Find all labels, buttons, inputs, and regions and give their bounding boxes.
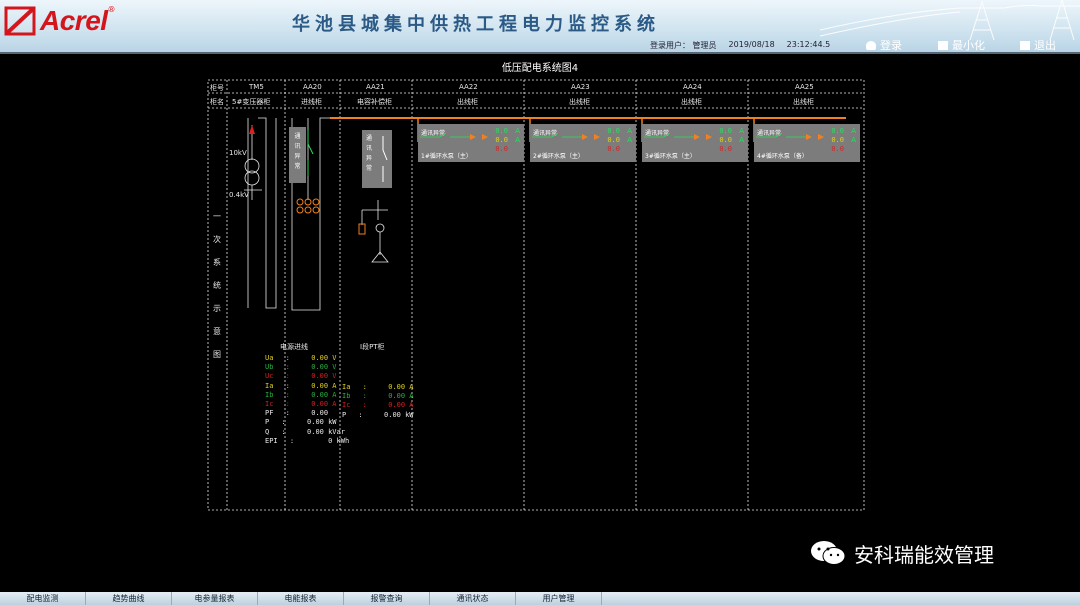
tab-user-management[interactable]: 用户管理 <box>516 592 602 605</box>
watermark: 安科瑞能效管理 <box>808 538 994 568</box>
meter-value: 0.00 <box>311 409 329 418</box>
meter-row: Ua : 0.00 V <box>265 354 337 362</box>
feeder-switch-icons <box>420 132 824 140</box>
meter-label: Ib <box>342 392 351 401</box>
meter-value: 0.00 <box>388 383 406 391</box>
meter-row: PF : 0.00 <box>265 409 329 418</box>
meter-value: 0.00 <box>311 390 329 399</box>
meter-value: 0.00 <box>311 354 329 362</box>
meter-unit: V <box>328 354 337 362</box>
tab-power-monitoring[interactable]: 配电监测 <box>0 592 86 605</box>
meter-value: 0.00 <box>311 372 329 381</box>
meter-row: EPI : 0 kWh <box>265 436 350 445</box>
meter-value: 0.00 <box>307 418 324 427</box>
meter-row: Ia : 0.00 A <box>342 383 414 391</box>
bottom-nav: 配电监测 趋势曲线 电参量报表 电能报表 报警查询 通讯状态 用户管理 <box>0 592 1080 605</box>
meter-value: 0 <box>328 436 333 445</box>
meter-label: Ib <box>265 390 274 399</box>
meter-value: 0.00 <box>384 410 401 419</box>
meter-unit: kVar <box>323 427 345 436</box>
meter-row: P : 0.00 kW <box>342 410 414 419</box>
meter-label: Ic <box>342 401 351 410</box>
meter-label: EPI <box>265 436 278 445</box>
meter-label: Ic <box>265 400 274 408</box>
meter-label: Ia <box>265 381 274 390</box>
incoming-meter-title: 电源进线 <box>280 343 308 351</box>
wechat-icon <box>811 541 846 565</box>
meter-unit: A <box>405 392 414 401</box>
meter-label: Ua <box>265 354 274 362</box>
meter-unit: kW <box>400 410 414 419</box>
meter-label: PF <box>265 409 274 418</box>
meter-value: 0.00 <box>307 427 324 436</box>
meter-row: Ub : 0.00 V <box>265 363 337 372</box>
meter-row: Q : 0.00 kVar <box>265 427 345 436</box>
meter-label: P <box>342 410 347 419</box>
tab-parameter-report[interactable]: 电参量报表 <box>172 592 258 605</box>
meter-value: 0.00 <box>388 392 406 401</box>
meter-row: Ic : 0.00 A <box>342 401 414 410</box>
meter-label: P <box>265 418 270 427</box>
meter-value: 0.00 <box>311 400 329 408</box>
meter-value: 0.00 <box>311 363 329 372</box>
meter-row: Ib : 0.00 A <box>342 392 414 401</box>
tab-trend-curve[interactable]: 趋势曲线 <box>86 592 172 605</box>
meter-label: Uc <box>265 372 274 381</box>
meter-row: P : 0.00 kW <box>265 418 337 427</box>
meter-unit: A <box>328 400 337 408</box>
meter-row: Uc : 0.00 V <box>265 372 337 381</box>
meter-unit: A <box>328 390 337 399</box>
tab-comm-status[interactable]: 通讯状态 <box>430 592 516 605</box>
meter-unit: A <box>328 381 337 390</box>
meter-label: Q <box>265 427 270 436</box>
meter-unit: V <box>328 372 337 381</box>
watermark-text: 安科瑞能效管理 <box>854 542 994 567</box>
tab-energy-report[interactable]: 电能报表 <box>258 592 344 605</box>
meter-value: 0.00 <box>388 401 406 410</box>
meter-unit: A <box>405 401 414 410</box>
meter-unit: V <box>328 363 337 372</box>
capacitor-meter-title: I段PT柜 <box>360 343 385 351</box>
meter-unit: kWh <box>332 436 350 445</box>
meter-row: Ia : 0.00 A <box>265 381 337 390</box>
meter-unit: kW <box>323 418 337 427</box>
tab-alarm-query[interactable]: 报警查询 <box>344 592 430 605</box>
meter-value: 0.00 <box>311 381 329 390</box>
meter-label: Ub <box>265 363 274 372</box>
meter-row: Ib : 0.00 A <box>265 390 337 399</box>
meter-unit: A <box>405 383 414 391</box>
meter-label: Ia <box>342 383 351 391</box>
meter-row: Ic : 0.00 A <box>265 400 337 408</box>
